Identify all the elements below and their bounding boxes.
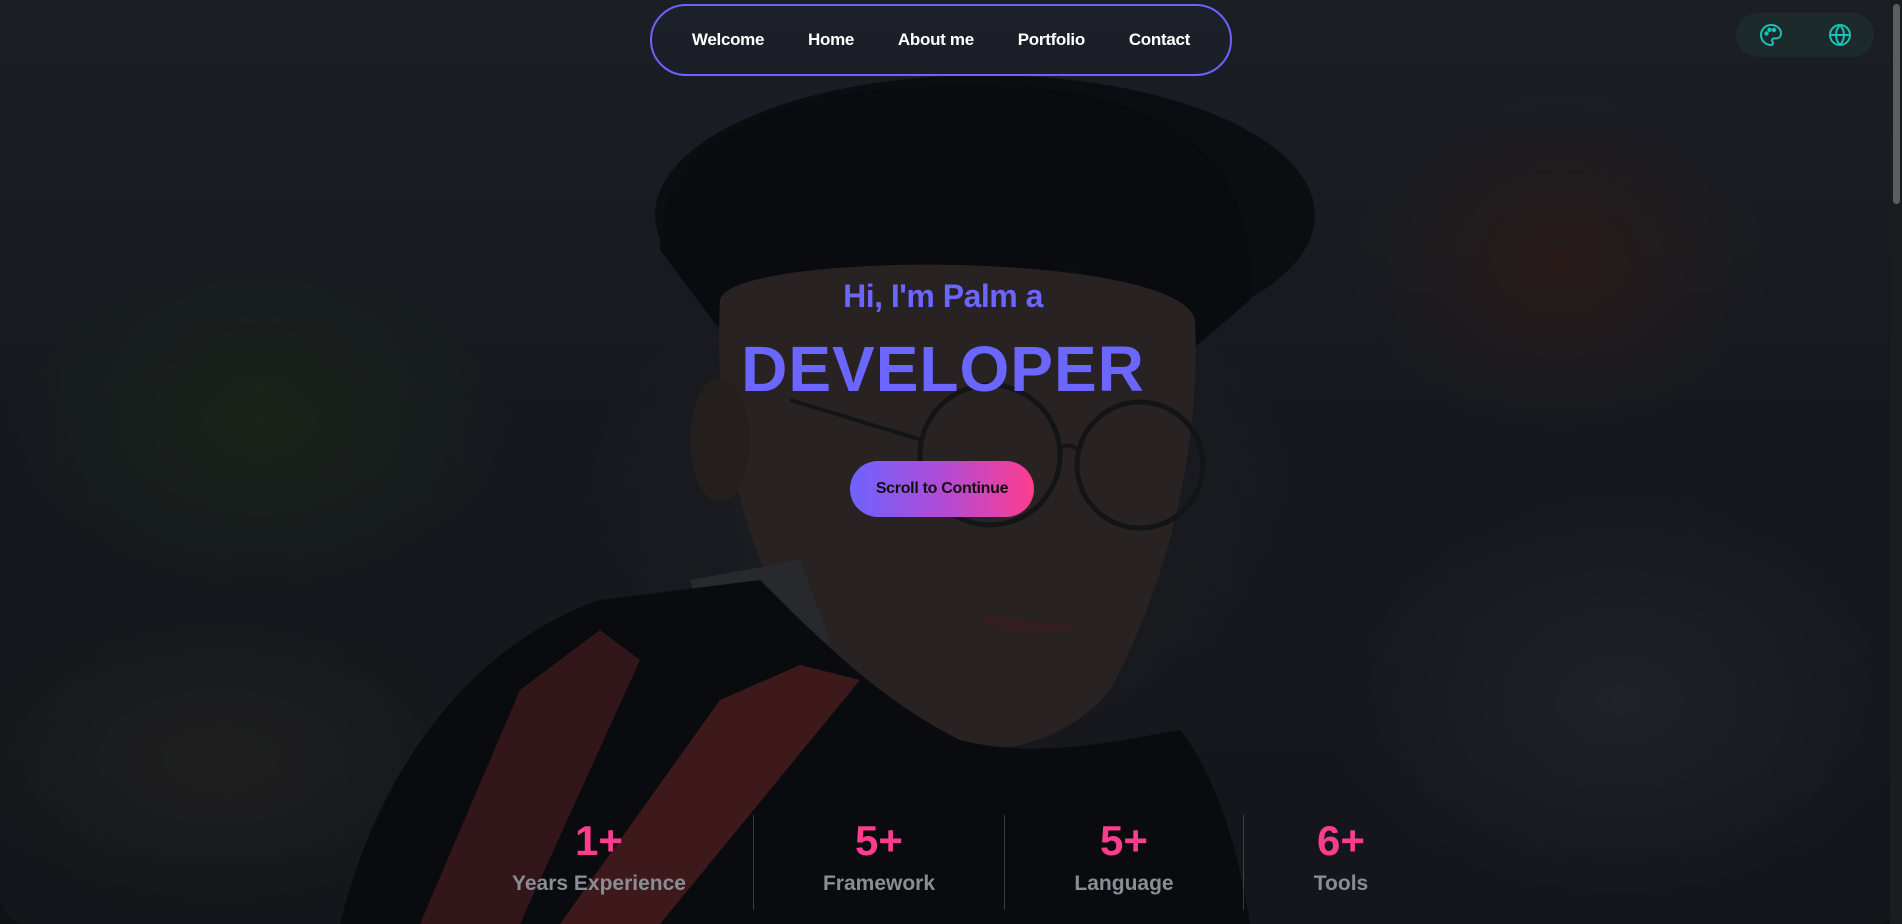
stat-tools: 6+ Tools <box>1221 816 1461 896</box>
top-nav: Welcome Home About me Portfolio Contact <box>650 4 1232 76</box>
stat-label: Years Experience <box>512 872 686 895</box>
stat-divider <box>1243 815 1244 910</box>
nav-item-about-me[interactable]: About me <box>898 30 974 50</box>
nav-item-portfolio[interactable]: Portfolio <box>1018 30 1085 50</box>
stat-divider <box>1004 815 1005 910</box>
stat-label: Framework <box>822 872 936 895</box>
theme-button[interactable] <box>1754 18 1788 52</box>
palette-icon <box>1759 24 1782 46</box>
page-scrollbar[interactable] <box>1890 0 1902 924</box>
nav-item-contact[interactable]: Contact <box>1129 30 1190 50</box>
scroll-to-continue-button[interactable]: Scroll to Continue <box>850 461 1034 517</box>
hero-greeting: Hi, I'm Palm a <box>843 278 1043 314</box>
stat-language: 5+ Language <box>1004 816 1244 896</box>
stat-label: Tools <box>1313 872 1369 895</box>
stat-framework: 5+ Framework <box>759 816 999 896</box>
stats-row: 1+ Years Experience 5+ Framework 5+ Lang… <box>0 816 1902 916</box>
hero-role-title: DEVELOPER <box>741 333 1145 405</box>
nav-item-home[interactable]: Home <box>808 30 854 50</box>
stat-years-experience: 1+ Years Experience <box>479 816 719 896</box>
globe-icon <box>1828 24 1851 46</box>
stat-value: 5+ <box>1100 817 1148 864</box>
stat-value: 6+ <box>1317 817 1365 864</box>
stat-divider <box>753 815 754 910</box>
language-button[interactable] <box>1823 18 1857 52</box>
page: Welcome Home About me Portfolio Contact … <box>0 0 1902 924</box>
scrollbar-thumb[interactable] <box>1893 4 1900 204</box>
nav-item-welcome[interactable]: Welcome <box>692 30 765 50</box>
settings-pill <box>1736 13 1874 57</box>
stat-value: 5+ <box>855 817 903 864</box>
stat-label: Language <box>1074 872 1174 895</box>
stat-value: 1+ <box>575 817 623 864</box>
